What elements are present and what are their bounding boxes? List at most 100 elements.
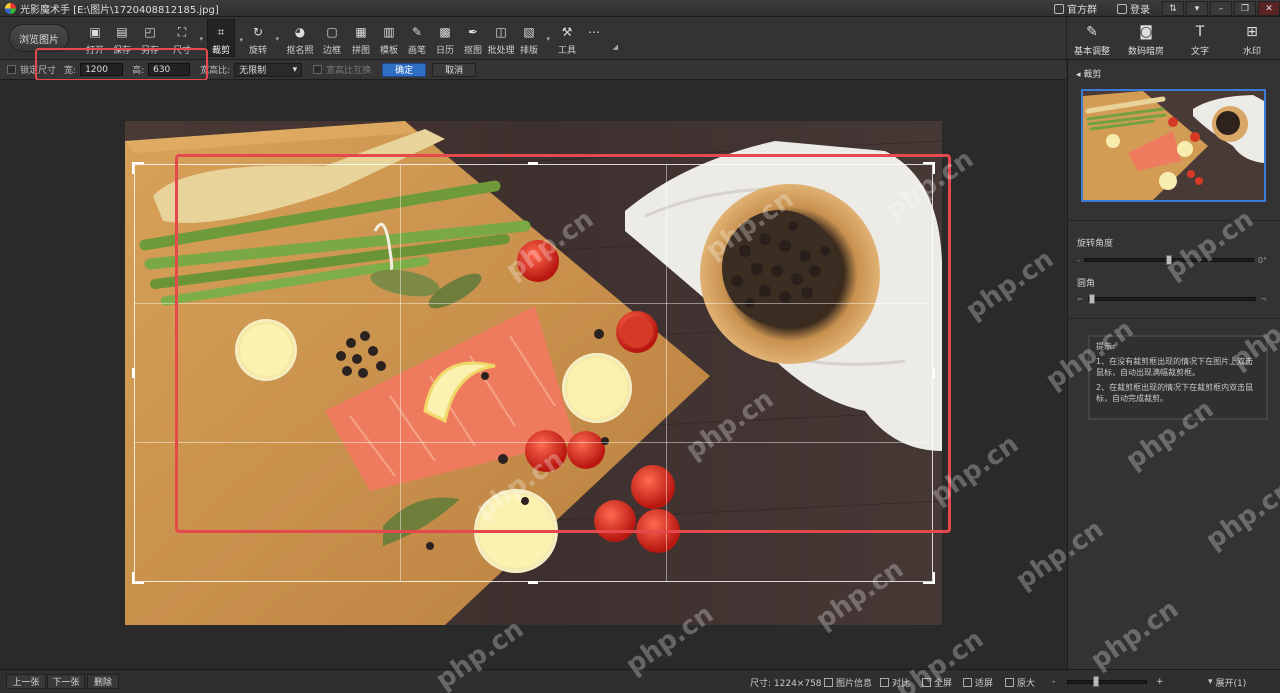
corner-slider[interactable]: ⌐ ¬	[1077, 294, 1267, 304]
chevron-down-icon: ▾	[292, 64, 298, 75]
expand-icon: ▾	[1208, 677, 1213, 687]
tool-label: 拼图	[351, 46, 370, 56]
calendar-icon: ▩	[439, 25, 451, 39]
corner-track[interactable]	[1087, 294, 1257, 304]
tip-2: 2、在裁剪框出现的情况下在裁剪框内双击鼠标，自动完成裁剪。	[1096, 383, 1254, 403]
crop-handle-bottom[interactable]	[528, 581, 538, 584]
original-size-label: 原大	[1017, 678, 1036, 689]
tools-button[interactable]: ⚒ 工具	[553, 19, 581, 57]
cancel-button[interactable]: 取消	[432, 62, 477, 77]
tool-label: 数码暗房	[1127, 47, 1164, 57]
rotation-track[interactable]	[1083, 255, 1254, 265]
border-button[interactable]: ▢ 边框	[318, 19, 346, 57]
more-button[interactable]: ⋯ ◢	[580, 19, 618, 57]
menu-button[interactable]: ⇅	[1162, 1, 1184, 16]
panel-header[interactable]: ◂ 裁剪	[1076, 67, 1101, 80]
corner-knob[interactable]	[1088, 294, 1095, 304]
swap-ratio-label: 宽高比互换	[326, 66, 372, 76]
template-button[interactable]: ▥ 模板	[375, 19, 403, 57]
more-dropdown-icon[interactable]: ◢	[613, 43, 618, 51]
lock-size-checkbox[interactable]	[7, 65, 16, 74]
tool-label: 基本调整	[1073, 47, 1110, 57]
cutout-button[interactable]: ✒ 抠图	[459, 19, 487, 57]
fullscreen-label: 全屏	[934, 678, 953, 689]
delete-button[interactable]: 删除	[87, 674, 119, 689]
swap-ratio-checkbox[interactable]	[313, 65, 323, 74]
zoom-out-button[interactable]: -	[1052, 670, 1055, 693]
menu-icon: ⇅	[1169, 3, 1177, 14]
thumbnail-image	[1083, 91, 1264, 200]
crop-dropdown-icon[interactable]: ▾	[239, 36, 243, 44]
tool-label: 批处理	[487, 46, 515, 56]
batch-icon: ◫	[495, 25, 507, 39]
text-button[interactable]: T 文字	[1176, 19, 1224, 57]
ratio-value: 无限制	[239, 66, 267, 76]
expand-button[interactable]: ▾ 展开(1)	[1208, 670, 1246, 693]
fullscreen-button[interactable]: 全屏	[922, 670, 952, 693]
cutout-icon: ✒	[467, 25, 479, 39]
restore-button[interactable]: ❐	[1234, 1, 1256, 16]
ratio-select[interactable]: 无限制 ▾	[234, 62, 303, 77]
rotation-slider[interactable]: - 0°	[1077, 255, 1267, 265]
tool-label: 旋转	[248, 46, 267, 56]
crop-handle-bottom-left[interactable]	[132, 572, 144, 584]
close-button[interactable]: ✕	[1258, 1, 1280, 16]
login-link[interactable]: 登录	[1107, 1, 1160, 16]
next-image-button[interactable]: 下一张	[47, 674, 85, 689]
crop-handle-top-left[interactable]	[132, 162, 144, 174]
corner-start-icon: ⌐	[1077, 294, 1084, 304]
fit-screen-label: 适屏	[975, 678, 994, 689]
watermark-button[interactable]: ⊞ 水印	[1228, 19, 1276, 57]
rotation-knob[interactable]	[1165, 255, 1172, 265]
compare-button[interactable]: 对比	[880, 670, 910, 693]
toolbar-divider	[1066, 17, 1067, 60]
layout-icon: ▧	[523, 25, 535, 39]
panel-title: 裁剪	[1083, 70, 1102, 80]
fit-screen-button[interactable]: 适屏	[963, 670, 993, 693]
title-bar: 光影魔术手 [E:\图片\1720408812185.jpg] 官方群 登录 ⇅…	[0, 0, 1280, 17]
original-size-button[interactable]: 原大	[1005, 670, 1035, 693]
restore-icon: ❐	[1240, 3, 1250, 14]
official-group-label: 官方群	[1067, 5, 1097, 16]
layout-button[interactable]: ▧ 排版 ▾	[515, 19, 550, 57]
preview-thumbnail[interactable]	[1081, 89, 1266, 202]
collage-icon: ▦	[355, 25, 367, 39]
tool-label: 日历	[435, 46, 454, 56]
prev-image-button[interactable]: 上一张	[6, 674, 46, 689]
crop-button[interactable]: ⌗ 裁剪 ▾	[207, 19, 243, 57]
image-canvas[interactable]	[0, 80, 1066, 669]
collage-button[interactable]: ▦ 拼图	[347, 19, 375, 57]
official-group-link[interactable]: 官方群	[1044, 1, 1107, 16]
confirm-button[interactable]: 确定	[382, 62, 427, 77]
portrait-button[interactable]: ◕ 抠名照	[286, 19, 314, 57]
tool-label: 抠名照	[286, 46, 314, 56]
calendar-button[interactable]: ▩ 日历	[431, 19, 459, 57]
crop-handle-left[interactable]	[132, 368, 135, 378]
save-as-icon: ◰	[144, 25, 156, 39]
compare-label: 对比	[892, 678, 911, 689]
image-info-button[interactable]: 图片信息	[824, 670, 872, 693]
zoom-in-button[interactable]: +	[1156, 670, 1164, 693]
original-size-icon	[1005, 677, 1014, 687]
tips-box: 提示: 1、在没有裁剪框出现的情况下在图片上双击鼠标，自动出现满幅裁剪框。 2、…	[1088, 335, 1268, 420]
basic-adjust-button[interactable]: ✎ 基本调整	[1068, 19, 1116, 57]
group-icon	[1054, 3, 1064, 14]
batch-button[interactable]: ◫ 批处理	[486, 19, 516, 57]
image-info-label: 图片信息	[836, 678, 873, 689]
rotate-dropdown-icon[interactable]: ▾	[275, 35, 279, 43]
user-icon	[1117, 3, 1127, 14]
rotate-button[interactable]: ↻ 旋转 ▾	[244, 19, 279, 57]
minimize-button[interactable]: –	[1210, 1, 1232, 16]
resize-dropdown-icon[interactable]: ▾	[199, 35, 203, 43]
brush-button[interactable]: ✎ 画笔	[403, 19, 431, 57]
crop-handle-bottom-right[interactable]	[923, 572, 935, 584]
zoom-slider-knob[interactable]	[1092, 676, 1099, 687]
layout-dropdown-icon[interactable]: ▾	[546, 35, 550, 43]
fullscreen-icon	[922, 677, 931, 687]
settings-button[interactable]: ▾	[1186, 1, 1208, 16]
darkroom-button[interactable]: ◙ 数码暗房	[1122, 19, 1170, 57]
rotation-min: -	[1077, 255, 1080, 265]
zoom-slider-track[interactable]	[1067, 680, 1147, 684]
arrow-icon: ▾	[1194, 3, 1200, 14]
open-icon: ▣	[89, 25, 101, 39]
